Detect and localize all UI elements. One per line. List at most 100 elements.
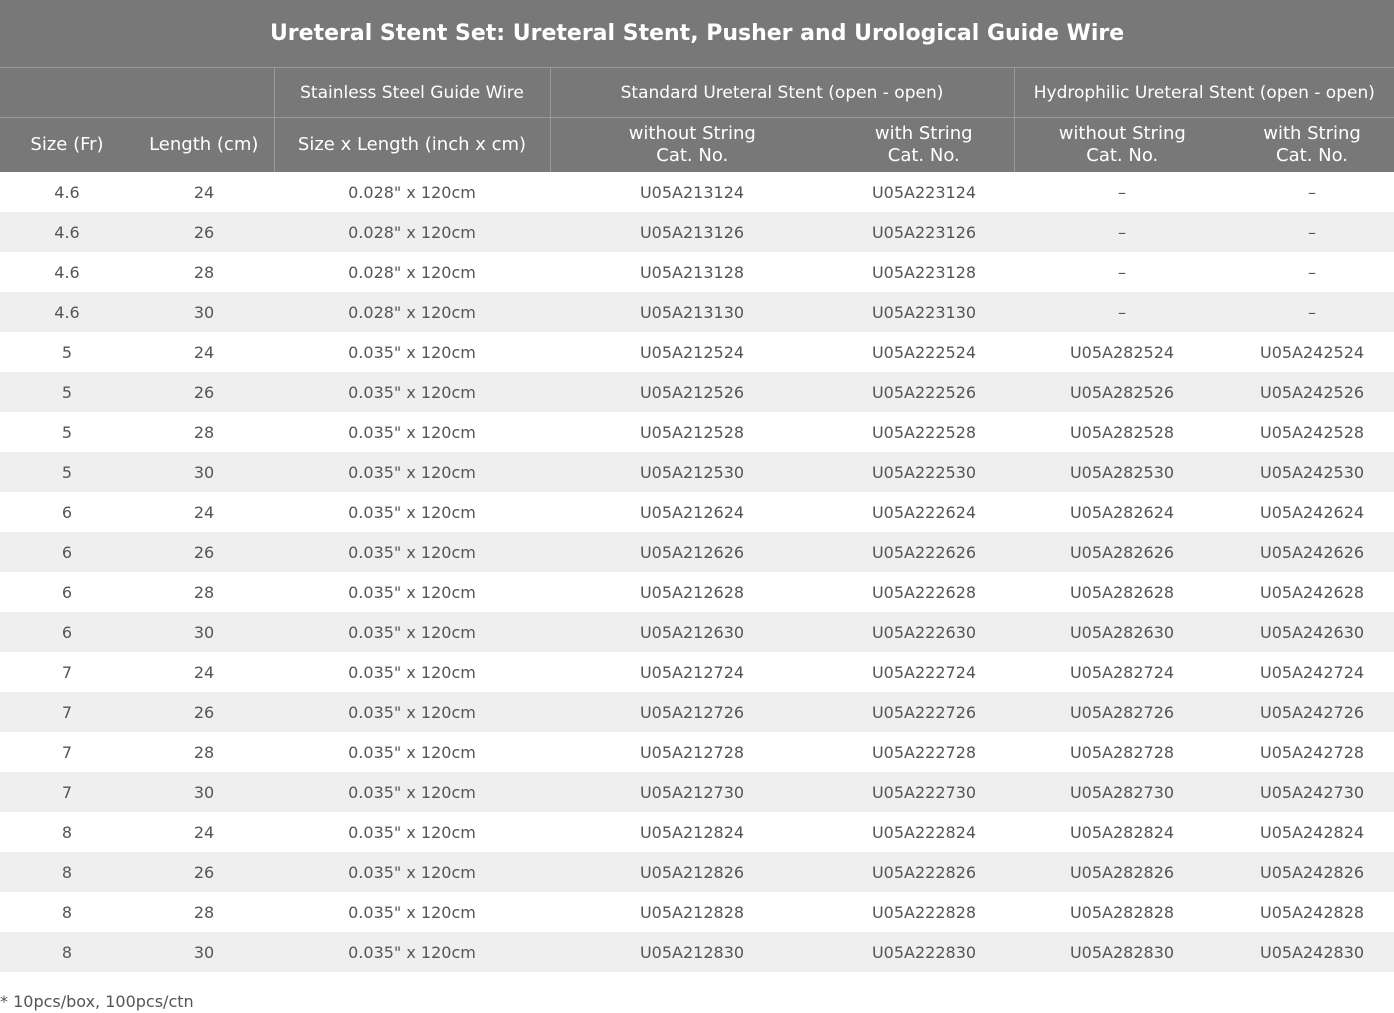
standard-without-string-cell: U05A212826 <box>550 852 834 892</box>
hydrophilic-with-string-cell: – <box>1230 212 1394 252</box>
hydrophilic-with-string-cell: – <box>1230 292 1394 332</box>
table-row: 4.6 26 0.028" x 120cm U05A213126 U05A223126–… <box>0 212 1394 252</box>
size-cell: 7 <box>0 772 134 812</box>
guide-wire-cell: 0.035" x 120cm <box>274 692 550 732</box>
standard-without-string-cell: U05A212726 <box>550 692 834 732</box>
hydrophilic-without-string-cell: U05A282628 <box>1014 572 1230 612</box>
size-cell: 5 <box>0 372 134 412</box>
hydrophilic-without-string-cell: U05A282824 <box>1014 812 1230 852</box>
hydrophilic-without-string-cell: U05A282530 <box>1014 452 1230 492</box>
size-cell: 5 <box>0 332 134 372</box>
table-row: 7 30 0.035" x 120cm U05A212730 U05A222730 U05… <box>0 772 1394 812</box>
size-cell: 7 <box>0 732 134 772</box>
length-cell: 24 <box>134 332 274 372</box>
guide-wire-cell: 0.035" x 120cm <box>274 772 550 812</box>
group-header-blank <box>0 67 274 118</box>
table-row: 6 24 0.035" x 120cm U05A212624 U05A222624 U05… <box>0 492 1394 532</box>
standard-without-string-cell: U05A212828 <box>550 892 834 932</box>
standard-with-string-cell: U05A222530 <box>834 452 1014 492</box>
hydrophilic-with-string-cell: U05A242830 <box>1230 932 1394 972</box>
size-cell: 6 <box>0 492 134 532</box>
length-cell: 30 <box>134 932 274 972</box>
table-row: 6 26 0.035" x 120cm U05A212626 U05A222626 U05… <box>0 532 1394 572</box>
hydrophilic-with-string-cell: U05A242624 <box>1230 492 1394 532</box>
column-header-row: Size (Fr) Length (cm) Size x Length (inc… <box>0 117 1394 172</box>
standard-with-string-cell: U05A223124 <box>834 172 1014 212</box>
cat-no-label: Cat. No. <box>887 145 960 166</box>
column-header-size: Size (Fr) <box>0 117 134 172</box>
guide-wire-cell: 0.035" x 120cm <box>274 812 550 852</box>
table-body: 4.6 24 0.028" x 120cm U05A213124 U05A223124–… <box>0 172 1394 972</box>
hydrophilic-without-string-cell: U05A282726 <box>1014 692 1230 732</box>
standard-with-string-cell: U05A222830 <box>834 932 1014 972</box>
guide-wire-cell: 0.028" x 120cm <box>274 172 550 212</box>
table-row: 7 28 0.035" x 120cm U05A212728 U05A222728 U05… <box>0 732 1394 772</box>
table-row: 7 24 0.035" x 120cm U05A212724 U05A222724 U05… <box>0 652 1394 692</box>
guide-wire-cell: 0.028" x 120cm <box>274 212 550 252</box>
length-cell: 28 <box>134 252 274 292</box>
cat-no-label: Cat. No. <box>656 145 729 166</box>
cat-no-label: Cat. No. <box>1086 145 1159 166</box>
table-row: 5 28 0.035" x 120cm U05A212528 U05A222528 U05… <box>0 412 1394 452</box>
table-row: 4.6 30 0.028" x 120cm U05A213130 U05A223130–… <box>0 292 1394 332</box>
hydrophilic-with-string-cell: U05A242626 <box>1230 532 1394 572</box>
length-cell: 26 <box>134 532 274 572</box>
standard-with-string-cell: U05A222626 <box>834 532 1014 572</box>
table-row: 8 30 0.035" x 120cm U05A212830 U05A222830 U05… <box>0 932 1394 972</box>
table-row: 5 26 0.035" x 120cm U05A212526 U05A222526 U05… <box>0 372 1394 412</box>
hydrophilic-without-string-cell: U05A282728 <box>1014 732 1230 772</box>
hydrophilic-without-string-cell: U05A282826 <box>1014 852 1230 892</box>
table-header: Ureteral Stent Set: Ureteral Stent, Push… <box>0 0 1394 172</box>
group-header-standard-stent: Standard Ureteral Stent (open - open) <box>549 67 1014 118</box>
standard-without-string-cell: U05A212730 <box>550 772 834 812</box>
column-header-hydrophilic-without-string: without String Cat. No. <box>1013 117 1230 172</box>
length-cell: 26 <box>134 212 274 252</box>
hydrophilic-without-string-cell: – <box>1014 252 1230 292</box>
table-row: 6 28 0.035" x 120cm U05A212628 U05A222628 U05… <box>0 572 1394 612</box>
size-cell: 8 <box>0 892 134 932</box>
without-string-label: without String <box>628 123 756 144</box>
group-header-hydrophilic-stent: Hydrophilic Ureteral Stent (open - open) <box>1013 67 1394 118</box>
size-cell: 6 <box>0 532 134 572</box>
standard-without-string-cell: U05A213126 <box>550 212 834 252</box>
guide-wire-cell: 0.035" x 120cm <box>274 652 550 692</box>
standard-with-string-cell: U05A222628 <box>834 572 1014 612</box>
hydrophilic-with-string-cell: U05A242630 <box>1230 612 1394 652</box>
table-row: 4.6 24 0.028" x 120cm U05A213124 U05A223124–… <box>0 172 1394 212</box>
length-cell: 30 <box>134 612 274 652</box>
guide-wire-cell: 0.035" x 120cm <box>274 932 550 972</box>
length-cell: 30 <box>134 772 274 812</box>
with-string-label: with String <box>1263 123 1361 144</box>
size-cell: 8 <box>0 812 134 852</box>
standard-without-string-cell: U05A212530 <box>550 452 834 492</box>
table-row: 6 30 0.035" x 120cm U05A212630 U05A222630 U05… <box>0 612 1394 652</box>
hydrophilic-with-string-cell: U05A242628 <box>1230 572 1394 612</box>
packaging-footnote: * 10pcs/box, 100pcs/ctn <box>0 992 194 1011</box>
standard-with-string-cell: U05A222824 <box>834 812 1014 852</box>
table-row: 8 28 0.035" x 120cm U05A212828 U05A222828 U05… <box>0 892 1394 932</box>
hydrophilic-with-string-cell: U05A242726 <box>1230 692 1394 732</box>
hydrophilic-with-string-cell: U05A242824 <box>1230 812 1394 852</box>
spec-table-container: Ureteral Stent Set: Ureteral Stent, Push… <box>0 0 1394 972</box>
guide-wire-cell: 0.035" x 120cm <box>274 572 550 612</box>
with-string-label: with String <box>874 123 973 144</box>
hydrophilic-without-string-cell: U05A282526 <box>1014 372 1230 412</box>
size-cell: 8 <box>0 852 134 892</box>
standard-without-string-cell: U05A213128 <box>550 252 834 292</box>
size-cell: 4.6 <box>0 172 134 212</box>
size-cell: 6 <box>0 612 134 652</box>
hydrophilic-with-string-cell: U05A242528 <box>1230 412 1394 452</box>
size-cell: 5 <box>0 412 134 452</box>
hydrophilic-with-string-cell: U05A242828 <box>1230 892 1394 932</box>
title-row: Ureteral Stent Set: Ureteral Stent, Push… <box>0 0 1394 68</box>
standard-with-string-cell: U05A222728 <box>834 732 1014 772</box>
column-header-wire-size-length: Size x Length (inch x cm) <box>273 117 550 172</box>
hydrophilic-without-string-cell: U05A282528 <box>1014 412 1230 452</box>
table-title: Ureteral Stent Set: Ureteral Stent, Push… <box>0 0 1394 68</box>
hydrophilic-without-string-cell: – <box>1014 172 1230 212</box>
hydrophilic-without-string-cell: U05A282724 <box>1014 652 1230 692</box>
hydrophilic-with-string-cell: – <box>1230 252 1394 292</box>
hydrophilic-with-string-cell: U05A242526 <box>1230 372 1394 412</box>
table-row: 4.6 28 0.028" x 120cm U05A213128 U05A223128–… <box>0 252 1394 292</box>
standard-without-string-cell: U05A212626 <box>550 532 834 572</box>
